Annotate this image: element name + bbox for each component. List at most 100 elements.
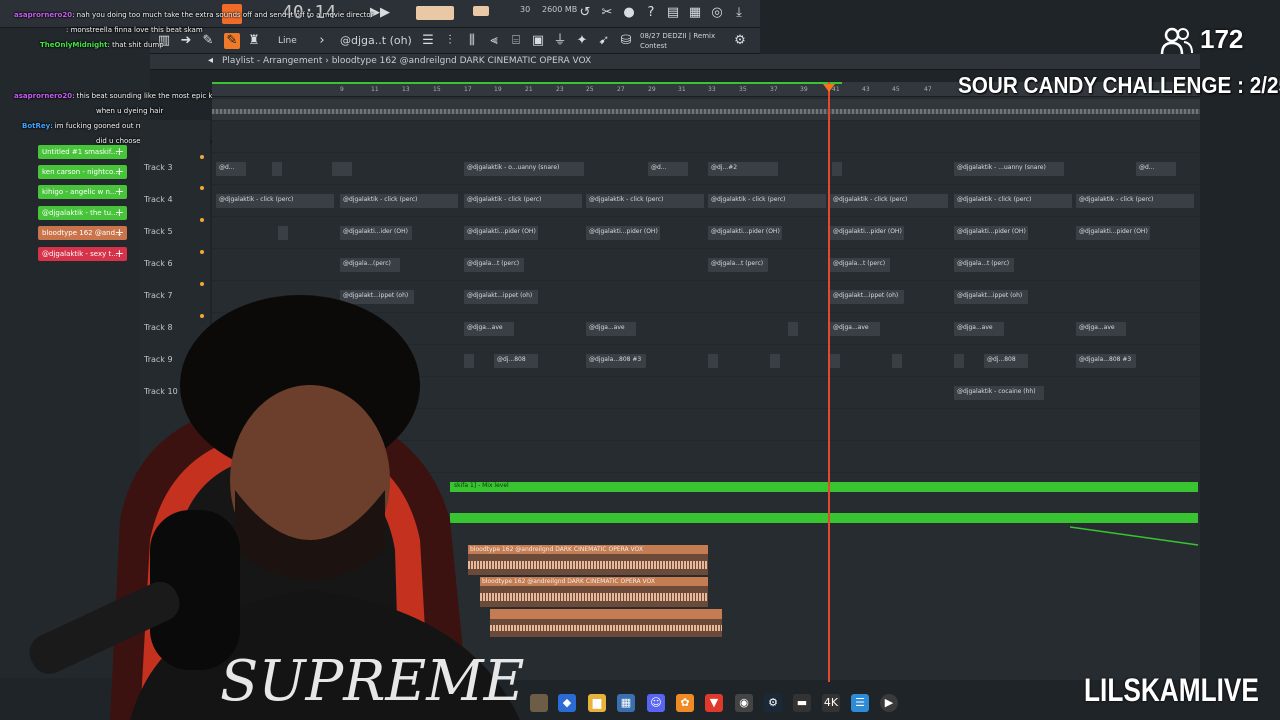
clip[interactable]: @djgalaktik - click (perc)	[954, 194, 1072, 208]
fl-studio-icon[interactable]: ✿	[676, 694, 694, 712]
clip[interactable]: @djga...ave	[586, 322, 636, 336]
clip[interactable]: @djgala...t (perc)	[830, 258, 890, 272]
track-led[interactable]	[200, 186, 204, 190]
clip[interactable]: @djga...ave	[1076, 322, 1126, 336]
clip[interactable]: @djgalakt...ippet (oh)	[954, 290, 1028, 304]
pattern-item[interactable]: bloodtype 162 @and... +	[38, 226, 127, 240]
clip[interactable]: @djga...ave	[954, 322, 1004, 336]
clip[interactable]: @djgalakt...ippet (oh)	[830, 290, 904, 304]
clip[interactable]: @djgalakti...pider (OH)	[1076, 226, 1150, 240]
track-led[interactable]	[200, 155, 204, 159]
media-play-icon[interactable]: ▶	[880, 694, 898, 712]
clip[interactable]: @djgalakti...pider (OH)	[586, 226, 660, 240]
clip[interactable]: @djgalaktik - o...uanny (snare)	[464, 162, 584, 176]
clip[interactable]: @djgala...t (perc)	[708, 258, 768, 272]
clip[interactable]: @djgalakti...pider (OH)	[954, 226, 1028, 240]
clip[interactable]: @djgalaktik - click (perc)	[708, 194, 826, 208]
steam-icon[interactable]: ⚙	[764, 694, 782, 712]
clip[interactable]	[770, 354, 780, 368]
discord-icon[interactable]: ☺	[647, 694, 665, 712]
add-icon[interactable]: +	[115, 206, 124, 220]
clip[interactable]: @djgala...(perc)	[340, 258, 400, 272]
plugin-icon[interactable]: ⌸	[508, 33, 524, 49]
add-icon[interactable]: +	[115, 145, 124, 159]
track-label[interactable]: Track 4	[144, 195, 173, 204]
clip[interactable]: @djgala...808 #3	[1076, 354, 1136, 368]
clip[interactable]: @djgala...808 #3	[586, 354, 646, 368]
clip[interactable]: @djgala...t (perc)	[464, 258, 524, 272]
track-label[interactable]: Track 6	[144, 259, 173, 268]
clip[interactable]: @d...	[648, 162, 688, 176]
start-icon[interactable]	[530, 694, 548, 712]
track-led[interactable]	[200, 282, 204, 286]
channel-rack-icon[interactable]: ⫼	[464, 33, 480, 49]
clip[interactable]: @d...	[1136, 162, 1176, 176]
loop-range-bar[interactable]	[212, 82, 842, 84]
clip[interactable]: @djga...ave	[830, 322, 880, 336]
clip[interactable]	[830, 354, 840, 368]
clip[interactable]: @djgalaktik - click (perc)	[464, 194, 582, 208]
cut-icon[interactable]: ✂	[599, 5, 615, 21]
playhead-marker[interactable]	[823, 84, 835, 92]
clip[interactable]: @djgalaktik - cocaine (hh)	[954, 386, 1044, 400]
folder-icon[interactable]: ▆	[588, 694, 606, 712]
mic-icon[interactable]: ●	[621, 5, 637, 21]
pattern-item[interactable]: kihigo - angelic w n... +	[38, 185, 127, 199]
clip[interactable]	[272, 162, 282, 176]
clip[interactable]: @djgalakti...pider (OH)	[464, 226, 538, 240]
track-led[interactable]	[200, 250, 204, 254]
news-panel[interactable]: 08/27 DEDZII | Remix Contest	[640, 31, 730, 51]
add-icon[interactable]: +	[115, 247, 124, 261]
clip[interactable]	[788, 322, 798, 336]
mixer-icon[interactable]: ⫶	[442, 33, 458, 49]
browser-icon[interactable]: ▣	[530, 33, 546, 49]
clip[interactable]	[954, 354, 964, 368]
clip[interactable]: @djgalaktik - click (perc)	[216, 194, 334, 208]
help-icon[interactable]: ?	[643, 5, 659, 21]
clip[interactable]	[832, 162, 842, 176]
wand-icon[interactable]: ✦	[574, 33, 590, 49]
obs-icon[interactable]: ◉	[735, 694, 753, 712]
4k-icon[interactable]: 4K	[822, 694, 840, 712]
clip[interactable]: @d...	[216, 162, 246, 176]
clip[interactable]: @djgalaktik - click (perc)	[830, 194, 948, 208]
pattern-item[interactable]: @djgalaktik - sexy t... +	[38, 247, 127, 261]
track-label[interactable]: Track 3	[144, 163, 173, 172]
store-icon[interactable]: ▦	[617, 694, 635, 712]
add-icon[interactable]: +	[115, 185, 124, 199]
playhead[interactable]	[828, 82, 830, 682]
cart-icon[interactable]: ⛁	[618, 33, 634, 49]
send-icon[interactable]: ➹	[596, 33, 612, 49]
clip[interactable]	[708, 354, 718, 368]
pattern-item[interactable]: Untitled #1 smaskif... +	[38, 145, 127, 159]
pattern-item[interactable]: @djgalaktik - the tu... +	[38, 206, 127, 220]
copilot-icon[interactable]: ◆	[558, 694, 576, 712]
clip[interactable]: @dj...#2	[708, 162, 778, 176]
clip[interactable]: @djgalaktik - click (perc)	[340, 194, 458, 208]
export-icon[interactable]: ▦	[687, 5, 703, 21]
clip[interactable]: @dj...808	[984, 354, 1028, 368]
clip[interactable]	[332, 162, 352, 176]
automation-clip[interactable]	[450, 513, 1198, 523]
pattern-item[interactable]: ken carson - nightco... +	[38, 165, 127, 179]
settings-icon[interactable]: ⚙	[732, 33, 748, 49]
track-label[interactable]: Track 5	[144, 227, 173, 236]
piano-roll-icon[interactable]: ⫷	[486, 33, 502, 49]
chat-icon[interactable]: ◎	[709, 5, 725, 21]
playlist-icon[interactable]: ☰	[420, 33, 436, 49]
clip[interactable]	[892, 354, 902, 368]
app-icon[interactable]: ▬	[793, 694, 811, 712]
undo-icon[interactable]: ↺	[577, 5, 593, 21]
plug-icon[interactable]: ⏚	[552, 33, 568, 49]
track-led[interactable]	[200, 218, 204, 222]
save-icon[interactable]: ▤	[665, 5, 681, 21]
automation-clip[interactable]: skifa 1] - Mix level	[450, 482, 1198, 492]
download-icon[interactable]: ⤓	[731, 5, 747, 21]
notepad-icon[interactable]: ☰	[851, 694, 869, 712]
clip[interactable]: @djgalaktik - click (perc)	[586, 194, 704, 208]
clip[interactable]: @djgalaktik - click (perc)	[1076, 194, 1194, 208]
add-icon[interactable]: +	[115, 226, 124, 240]
clip[interactable]	[278, 226, 288, 240]
clip[interactable]: @djgala...t (perc)	[954, 258, 1014, 272]
clip[interactable]: @djgalaktik - ...uanny (snare)	[954, 162, 1064, 176]
